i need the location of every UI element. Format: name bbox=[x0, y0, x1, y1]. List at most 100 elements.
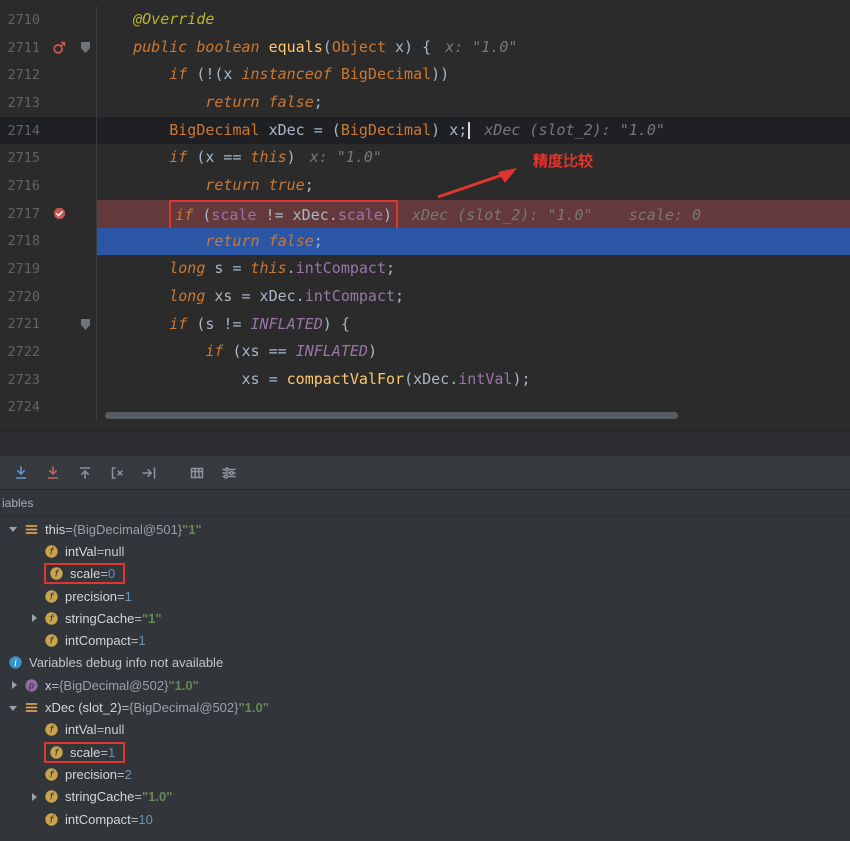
editor-gutter-cell[interactable]: 2714 bbox=[0, 117, 97, 145]
inline-debugger-hint: xDec (slot_2): "1.0" scale: 0 bbox=[412, 206, 701, 224]
chevron-down-icon[interactable] bbox=[6, 700, 22, 716]
code-text: return false; bbox=[97, 228, 850, 256]
force-step-into-icon[interactable] bbox=[40, 461, 66, 485]
variable-row[interactable]: xDec (slot_2) = {BigDecimal@502} "1.0" bbox=[0, 696, 850, 718]
editor-gutter-cell[interactable]: 2719 bbox=[0, 255, 97, 283]
code-token: s = bbox=[205, 259, 250, 277]
code-text: public boolean equals(Object x) {x: "1.0… bbox=[97, 34, 850, 62]
equals-sign: = bbox=[97, 722, 105, 737]
variable-value: "1.0" bbox=[168, 678, 198, 693]
editor-gutter-cell[interactable]: 2724 bbox=[0, 394, 97, 422]
line-number: 2716 bbox=[6, 178, 40, 194]
inline-debugger-hint: x: "1.0" bbox=[310, 148, 382, 166]
table-view-icon[interactable] bbox=[184, 461, 210, 485]
variable-value: "1.0" bbox=[239, 700, 269, 715]
line-number: 2713 bbox=[6, 95, 40, 111]
debug-info-row[interactable]: iVariables debug info not available bbox=[0, 652, 850, 674]
code-text: xs = compactValFor(xDec.intVal); bbox=[97, 366, 850, 394]
breakpoint-verified-icon[interactable] bbox=[40, 206, 78, 221]
editor-gutter-cell[interactable]: 2712 bbox=[0, 61, 97, 89]
equals-sign: = bbox=[131, 633, 139, 648]
code-token: this bbox=[251, 148, 287, 166]
code-text: long xs = xDec.intCompact; bbox=[97, 283, 850, 311]
code-token bbox=[97, 232, 205, 250]
variable-row[interactable]: fprecision = 1 bbox=[0, 585, 850, 607]
annotation-label: 精度比较 bbox=[533, 150, 593, 171]
fold-marker-shape bbox=[81, 319, 90, 330]
code-text: return false; bbox=[97, 89, 850, 117]
variable-row[interactable]: fintVal = null bbox=[0, 540, 850, 562]
line-number: 2723 bbox=[6, 372, 40, 388]
code-text: if (x == this)x: "1.0" bbox=[97, 144, 850, 172]
editor-gutter-cell[interactable]: 2718 bbox=[0, 228, 97, 256]
variable-value: null bbox=[104, 544, 124, 559]
editor-gutter-cell[interactable]: 2716 bbox=[0, 172, 97, 200]
equals-sign: = bbox=[122, 700, 130, 715]
field-icon: f bbox=[44, 589, 59, 604]
code-token: BigDecimal bbox=[341, 121, 431, 139]
code-text: BigDecimal xDec = (BigDecimal) x;xDec (s… bbox=[97, 117, 850, 145]
chevron-right-icon[interactable] bbox=[26, 610, 42, 626]
horizontal-scrollbar[interactable] bbox=[97, 412, 850, 420]
variable-row[interactable]: px = {BigDecimal@502} "1.0" bbox=[0, 674, 850, 696]
variable-name: intCompact bbox=[65, 812, 131, 827]
line-number: 2722 bbox=[6, 344, 40, 360]
editor-gutter-cell[interactable]: 2715 bbox=[0, 144, 97, 172]
editor-gutter-cell[interactable]: 2720 bbox=[0, 283, 97, 311]
code-token: return bbox=[205, 176, 259, 194]
code-token: long bbox=[169, 259, 205, 277]
drop-frame-icon[interactable] bbox=[104, 461, 130, 485]
chevron-down-icon[interactable] bbox=[6, 521, 22, 537]
field-icon: f bbox=[49, 566, 64, 581]
code-token: ; bbox=[314, 232, 323, 250]
fold-marker-icon[interactable] bbox=[78, 42, 93, 53]
chevron-right-icon[interactable] bbox=[26, 789, 42, 805]
code-token bbox=[97, 121, 169, 139]
editor-gutter-cell[interactable]: 2722 bbox=[0, 338, 97, 366]
panel-divider[interactable] bbox=[0, 430, 850, 456]
code-token: ); bbox=[512, 370, 530, 388]
editor-gutter-cell[interactable]: 2723 bbox=[0, 366, 97, 394]
code-text: if (!(x instanceof BigDecimal)) bbox=[97, 61, 850, 89]
chevron-right-icon[interactable] bbox=[6, 677, 22, 693]
equals-sign: = bbox=[52, 678, 60, 693]
code-token: ) { bbox=[323, 315, 350, 333]
editor-gutter-cell[interactable]: 2721 bbox=[0, 311, 97, 339]
object-icon bbox=[24, 522, 39, 537]
line-number: 2720 bbox=[6, 289, 40, 305]
ide-window: 2710 @Override2711 public boolean equals… bbox=[0, 0, 850, 841]
variable-row[interactable]: fstringCache = "1" bbox=[0, 607, 850, 629]
code-token bbox=[332, 65, 341, 83]
variable-row[interactable]: fintCompact = 10 bbox=[0, 808, 850, 830]
code-text: if (scale != xDec.scale)xDec (slot_2): "… bbox=[97, 200, 850, 228]
code-editor[interactable]: 2710 @Override2711 public boolean equals… bbox=[0, 0, 850, 430]
field-icon: f bbox=[44, 767, 59, 782]
fold-marker-icon[interactable] bbox=[78, 319, 93, 330]
editor-gutter-cell[interactable]: 2710 bbox=[0, 6, 97, 34]
variable-row[interactable]: fscale = 1 bbox=[0, 741, 850, 763]
editor-gutter-cell[interactable]: 2717 bbox=[0, 200, 97, 228]
chevron-spacer bbox=[26, 766, 42, 782]
line-number: 2719 bbox=[6, 261, 40, 277]
variable-row[interactable]: fintVal = null bbox=[0, 719, 850, 741]
step-out-icon[interactable] bbox=[72, 461, 98, 485]
editor-gutter-cell[interactable]: 2711 bbox=[0, 34, 97, 62]
variable-row[interactable]: fscale = 0 bbox=[0, 563, 850, 585]
object-icon bbox=[24, 700, 39, 715]
run-to-cursor-icon[interactable] bbox=[136, 461, 162, 485]
variable-row[interactable]: fprecision = 2 bbox=[0, 763, 850, 785]
svg-text:i: i bbox=[14, 658, 17, 669]
variable-row[interactable]: fintCompact = 1 bbox=[0, 629, 850, 651]
field-icon: f bbox=[44, 633, 59, 648]
scrollbar-thumb[interactable] bbox=[105, 412, 678, 419]
svg-text:f: f bbox=[54, 570, 60, 580]
variable-row[interactable]: fstringCache = "1.0" bbox=[0, 786, 850, 808]
editor-gutter-cell[interactable]: 2713 bbox=[0, 89, 97, 117]
settings-filter-icon[interactable] bbox=[216, 461, 242, 485]
code-token: xs = bbox=[242, 370, 287, 388]
variable-row[interactable]: this = {BigDecimal@501} "1" bbox=[0, 518, 850, 540]
code-token: if bbox=[169, 65, 187, 83]
code-token: scale bbox=[211, 206, 256, 224]
method-breakpoint-icon[interactable] bbox=[40, 40, 78, 55]
step-into-icon[interactable] bbox=[8, 461, 34, 485]
